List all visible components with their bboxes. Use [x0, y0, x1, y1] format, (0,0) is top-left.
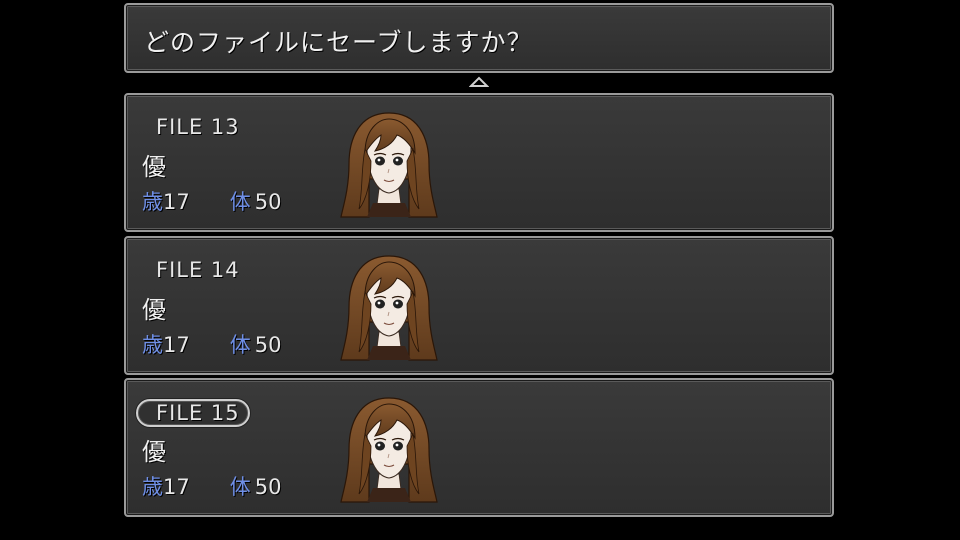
prompt-text: どのファイルにセーブしますか？ — [144, 28, 533, 57]
character-name: 優 — [142, 438, 166, 466]
character-portrait — [339, 394, 439, 506]
character-portrait — [339, 252, 439, 364]
age-value: 17 — [163, 190, 190, 214]
character-name: 優 — [142, 296, 166, 324]
age-label: 歳 — [142, 475, 163, 499]
character-stats: 歳17 体 50 — [142, 471, 281, 501]
stamina-value: 50 — [254, 190, 282, 214]
save-slot-file-13[interactable]: FILE 13 優 歳17 体 50 — [124, 93, 834, 232]
age-label: 歳 — [142, 190, 163, 214]
stamina-value: 50 — [254, 333, 282, 357]
file-label: FILE 13 — [156, 115, 240, 139]
prompt-window: どのファイルにセーブしますか？ — [124, 3, 834, 73]
character-name: 優 — [142, 153, 166, 181]
stamina-value: 50 — [254, 475, 282, 499]
character-stats: 歳17 体 50 — [142, 186, 281, 216]
file-label-selected: FILE 15 — [136, 399, 250, 427]
stamina-label: 体 — [229, 333, 251, 357]
stamina-label: 体 — [229, 475, 251, 499]
file-label: FILE 14 — [156, 258, 240, 282]
save-slot-file-15[interactable]: FILE 15 優 歳17 体 50 — [124, 378, 834, 517]
age-value: 17 — [163, 333, 190, 357]
age-label: 歳 — [142, 333, 163, 357]
stamina-label: 体 — [229, 190, 251, 214]
character-portrait — [339, 109, 439, 221]
age-value: 17 — [163, 475, 190, 499]
save-slot-file-14[interactable]: FILE 14 優 歳17 体 50 — [124, 236, 834, 375]
scroll-up-arrow-icon[interactable] — [469, 76, 489, 88]
character-stats: 歳17 体 50 — [142, 329, 281, 359]
